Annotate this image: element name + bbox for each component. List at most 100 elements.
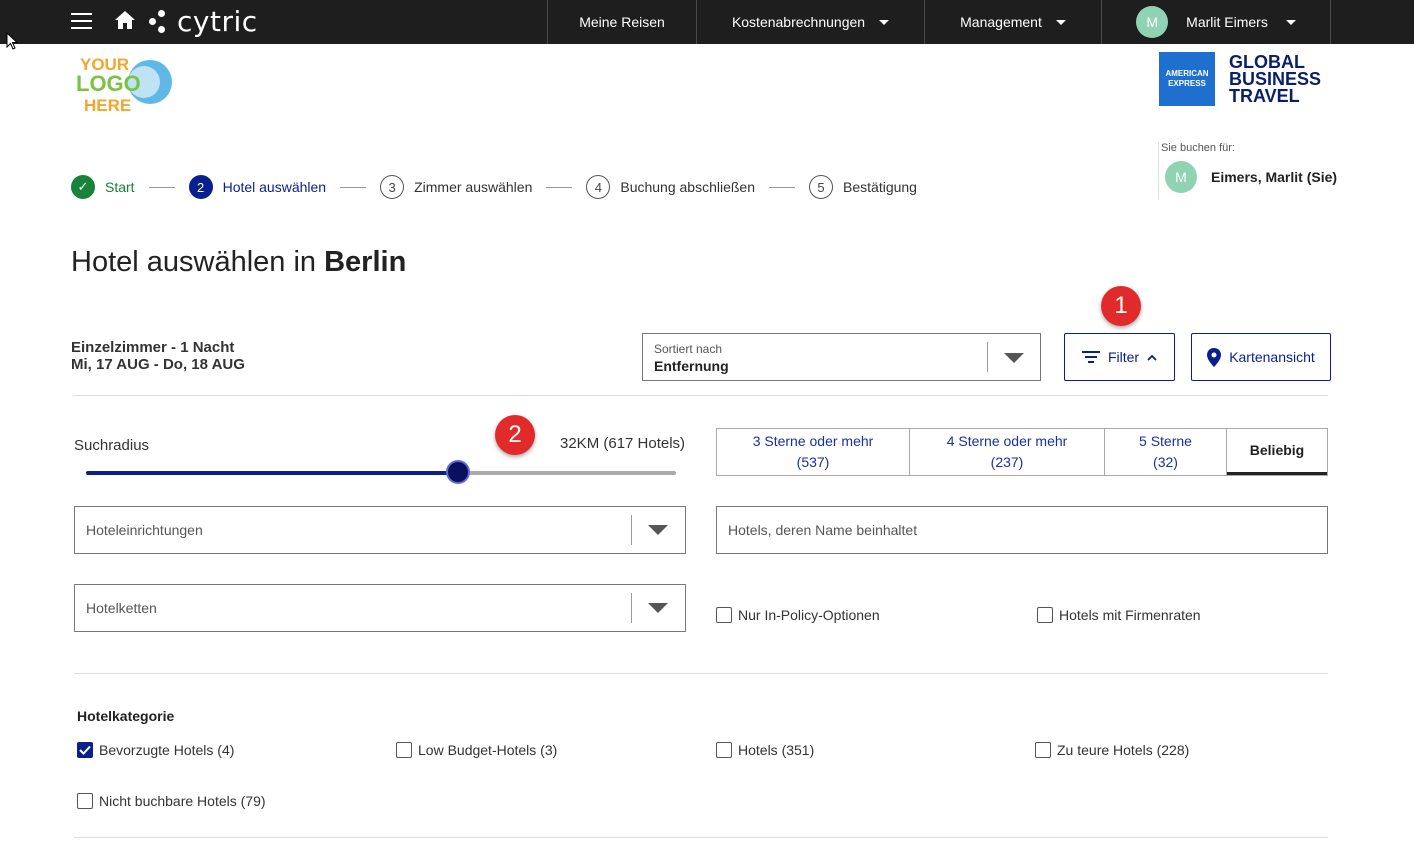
checkbox-label: Hotels mit Firmenraten <box>1059 607 1201 623</box>
checkbox[interactable] <box>1037 607 1053 623</box>
avatar: M <box>1165 161 1197 193</box>
stars-3-plus-option[interactable]: 3 Sterne oder mehr (537) <box>717 429 910 475</box>
gbt-line: GLOBAL <box>1229 51 1305 72</box>
amenities-select[interactable]: Hoteleinrichtungen <box>74 506 686 554</box>
mouse-cursor-icon <box>6 32 18 50</box>
radius-slider[interactable] <box>86 460 676 484</box>
dropdown-arrow-icon <box>648 525 668 535</box>
step-label: Start <box>105 179 135 195</box>
checkbox[interactable] <box>77 793 93 809</box>
brand-logo[interactable]: cytric <box>149 5 258 38</box>
divider <box>74 837 1328 838</box>
dropdown-arrow-icon <box>1004 353 1024 363</box>
hotel-name-input[interactable]: Hotels, deren Name beinhaltet <box>716 506 1328 554</box>
checkbox-checked[interactable] <box>77 742 93 758</box>
step-number: 5 <box>809 175 834 199</box>
corporate-rates-checkbox[interactable]: Hotels mit Firmenraten <box>1037 607 1201 623</box>
step-label: Zimmer auswählen <box>414 179 533 195</box>
check-icon <box>79 745 91 755</box>
slider-thumb[interactable] <box>445 460 470 484</box>
amex-gbt-logo: AMERICAN EXPRESS GLOBAL BUSINESS TRAVEL <box>1159 52 1321 106</box>
checkbox[interactable] <box>1035 742 1051 758</box>
brand-name: cytric <box>177 5 258 38</box>
not-bookable-checkbox[interactable]: Nicht buchbare Hotels (79) <box>77 793 266 809</box>
step-room: 3 Zimmer auswählen <box>380 175 532 199</box>
step-number: 2 <box>188 175 213 199</box>
divider <box>631 515 632 545</box>
nav-label: Kostenabrechnungen <box>731 14 866 30</box>
checkbox[interactable] <box>396 742 412 758</box>
booking-for-label: Sie buchen für: <box>1161 142 1235 154</box>
step-number: 4 <box>586 175 611 199</box>
divider <box>987 342 988 372</box>
top-bar: cytric Meine Reisen Kostenabrechnungen M… <box>0 0 1414 44</box>
low-budget-checkbox[interactable]: Low Budget-Hotels (3) <box>396 742 557 758</box>
step-label: Bestätigung <box>843 179 917 195</box>
check-icon: ✓ <box>71 175 95 199</box>
page-title: Hotel auswählen in Berlin <box>71 246 406 279</box>
checkbox[interactable] <box>716 742 732 758</box>
divider <box>631 593 632 623</box>
user-name: Marlit Eimers <box>1186 14 1268 30</box>
slider-fill <box>86 471 458 475</box>
step-label: Buchung abschließen <box>620 179 756 195</box>
traveler-name: Eimers, Marlit (Sie) <box>1211 169 1338 185</box>
checkbox-label: Nicht buchbare Hotels (79) <box>99 793 266 809</box>
option-label: Beliebig <box>1249 442 1305 458</box>
step-connector <box>546 186 573 188</box>
hotel-chains-select[interactable]: Hotelketten <box>74 584 686 632</box>
checkbox-label: Hotels (351) <box>738 742 815 758</box>
step-connector <box>148 186 175 188</box>
map-view-button[interactable]: Kartenansicht <box>1191 333 1331 381</box>
map-label: Kartenansicht <box>1229 349 1315 365</box>
stay-dates: Mi, 17 AUG - Do, 18 AUG <box>71 356 245 373</box>
sort-caption: Sortiert nach <box>654 342 723 356</box>
step-connector <box>769 186 796 188</box>
in-policy-checkbox[interactable]: Nur In-Policy-Optionen <box>716 607 880 623</box>
menu-icon[interactable] <box>71 13 92 29</box>
user-menu[interactable]: M Marlit Eimers <box>1101 0 1331 44</box>
amex-line: AMERICAN <box>1165 69 1209 78</box>
option-count: (237) <box>990 454 1024 470</box>
stars-4-plus-option[interactable]: 4 Sterne oder mehr (237) <box>910 429 1105 475</box>
checkbox[interactable] <box>716 607 732 623</box>
chevron-up-icon <box>1147 354 1157 361</box>
divider <box>73 395 1328 396</box>
option-count: (537) <box>796 454 830 470</box>
filter-icon <box>1081 351 1100 363</box>
step-connector <box>340 186 367 188</box>
checkbox-label: Low Budget-Hotels (3) <box>418 742 558 758</box>
hotels-checkbox[interactable]: Hotels (351) <box>716 742 814 758</box>
filter-label: Filter <box>1107 349 1140 365</box>
nav-management[interactable]: Management <box>924 0 1101 44</box>
nav-label: Meine Reisen <box>579 14 665 30</box>
title-prefix: Hotel auswählen in <box>71 246 325 278</box>
gbt-wordmark: GLOBAL BUSINESS TRAVEL <box>1229 51 1321 106</box>
sort-select[interactable]: Sortiert nach Entfernung <box>642 333 1041 381</box>
option-count: (32) <box>1153 454 1178 470</box>
stars-5-option[interactable]: 5 Sterne (32) <box>1105 429 1227 475</box>
nav-label: Management <box>960 14 1042 30</box>
annotation-badge-1: 1 <box>1101 286 1141 326</box>
hotel-name-placeholder: Hotels, deren Name beinhaltet <box>728 522 918 538</box>
checkbox-label: Nur In-Policy-Optionen <box>738 607 880 623</box>
step-checkout: 4 Buchung abschließen <box>586 175 755 199</box>
option-label: 5 Sterne <box>1139 433 1192 449</box>
hotel-chains-placeholder: Hotelketten <box>86 600 157 616</box>
room-summary: Einzelzimmer - 1 Nacht Mi, 17 AUG - Do, … <box>71 339 245 373</box>
nav-meine-reisen[interactable]: Meine Reisen <box>547 0 696 44</box>
too-expensive-checkbox[interactable]: Zu teure Hotels (228) <box>1035 742 1189 758</box>
divider <box>74 673 1328 674</box>
progress-stepper: ✓ Start 2 Hotel auswählen 3 Zimmer auswä… <box>71 175 917 199</box>
stars-any-option[interactable]: Beliebig <box>1227 429 1327 475</box>
dropdown-arrow-icon <box>648 603 668 613</box>
svg-text:HERE: HERE <box>84 96 131 114</box>
checkbox-label: Bevorzugte Hotels (4) <box>99 742 235 758</box>
nav-kostenabrechnungen[interactable]: Kostenabrechnungen <box>696 0 924 44</box>
preferred-hotels-checkbox[interactable]: Bevorzugte Hotels (4) <box>77 742 234 758</box>
home-icon[interactable] <box>114 10 136 30</box>
map-pin-icon <box>1207 347 1222 367</box>
gbt-line: TRAVEL <box>1229 85 1300 106</box>
filter-button[interactable]: Filter <box>1064 333 1175 381</box>
svg-text:LOGO: LOGO <box>76 71 141 96</box>
